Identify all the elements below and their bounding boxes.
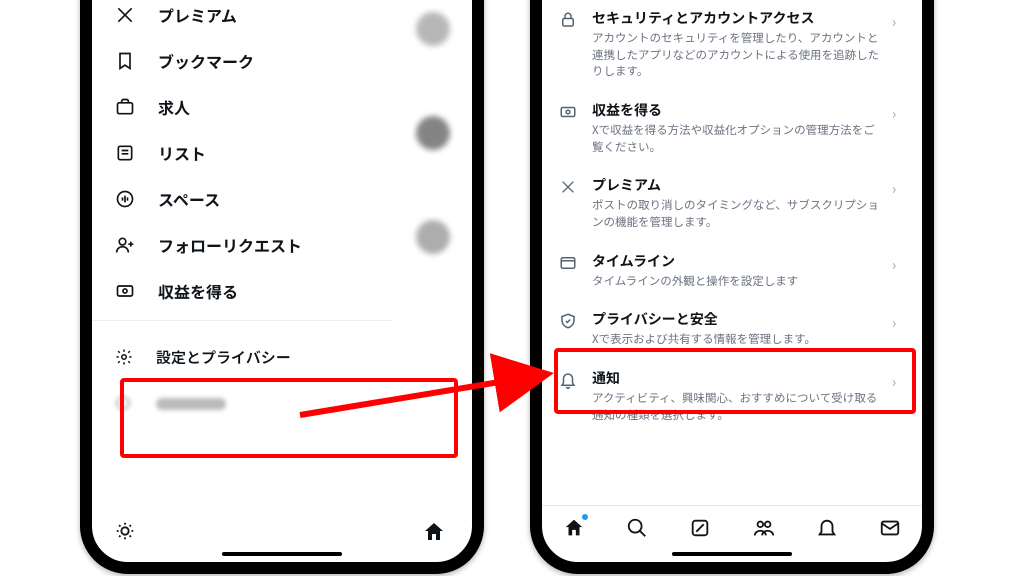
settings-item-notifications[interactable]: 通知 アクティビティ、興味関心、おすすめについて受け取る通知の種類を選択します。… — [542, 358, 922, 433]
settings-item-privacy[interactable]: プライバシーと安全 Xで表示および共有する情報を管理します。 › — [542, 299, 922, 358]
tab-communities[interactable] — [752, 516, 776, 540]
menu-item-lists[interactable]: リスト — [92, 130, 392, 176]
tab-home[interactable] — [562, 516, 586, 540]
menu-label: ブックマーク — [158, 49, 254, 73]
chevron-right-icon: › — [892, 255, 906, 275]
x-logo-icon — [114, 4, 136, 26]
bookmark-icon — [114, 50, 136, 72]
settings-desc: Xで収益を得る方法や収益化オプションの管理方法をご覧ください。 — [592, 122, 884, 155]
settings-desc: アカウントのセキュリティを管理したり、アカウントと連携したアプリなどのアカウント… — [592, 30, 884, 80]
tab-search[interactable] — [625, 516, 649, 540]
bell-icon — [558, 370, 578, 390]
lock-icon — [558, 10, 578, 30]
phone-right: セキュリティとアカウントアクセス アカウントのセキュリティを管理したり、アカウン… — [530, 0, 934, 574]
chevron-right-icon: › — [892, 313, 906, 333]
menu-item-spaces[interactable]: スペース — [92, 176, 392, 222]
settings-item-monetization[interactable]: 収益を得る Xで収益を得る方法や収益化オプションの管理方法をご覧ください。 › — [542, 90, 922, 165]
menu-item-premium[interactable]: プレミアム — [92, 0, 392, 38]
settings-title: 通知 — [592, 368, 884, 388]
menu-label: リスト — [158, 141, 206, 165]
settings-item-premium[interactable]: プレミアム ポストの取り消しのタイミングなど、サブスクリプションの機能を管理しま… — [542, 165, 922, 240]
settings-title: プレミアム — [592, 175, 884, 195]
menu-label: 収益を得る — [158, 279, 238, 303]
tab-bar — [542, 505, 922, 550]
money-icon — [114, 280, 136, 302]
settings-title: プライバシーと安全 — [592, 309, 884, 329]
settings-label: 設定とプライバシー — [156, 347, 291, 368]
phone-left: プレミアム ブックマーク 求人 — [80, 0, 484, 574]
menu-item-settings-privacy[interactable]: 設定とプライバシー — [92, 331, 392, 383]
menu-label: フォローリクエスト — [158, 233, 302, 257]
tab-grok[interactable] — [688, 516, 712, 540]
side-menu: プレミアム ブックマーク 求人 — [92, 0, 392, 425]
x-logo-icon — [558, 177, 578, 197]
settings-title: セキュリティとアカウントアクセス — [592, 8, 884, 28]
chevron-right-icon: › — [892, 179, 906, 199]
chevron-right-icon: › — [892, 12, 906, 32]
menu-item-follow-requests[interactable]: フォローリクエスト — [92, 222, 392, 268]
tab-messages[interactable] — [878, 516, 902, 540]
menu-item-jobs[interactable]: 求人 — [92, 84, 392, 130]
menu-label: プレミアム — [158, 3, 237, 27]
menu-item-monetization[interactable]: 収益を得る — [92, 268, 392, 314]
money-icon — [558, 102, 578, 122]
home-icon[interactable] — [422, 520, 446, 544]
settings-item-timeline[interactable]: タイムライン タイムラインの外観と操作を設定します › — [542, 241, 922, 300]
menu-item-bookmarks[interactable]: ブックマーク — [92, 38, 392, 84]
settings-desc: タイムラインの外観と操作を設定します — [592, 273, 884, 290]
menu-label: スペース — [158, 187, 220, 211]
phone-screen-right: セキュリティとアカウントアクセス アカウントのセキュリティを管理したり、アカウン… — [542, 0, 922, 562]
settings-desc: アクティビティ、興味関心、おすすめについて受け取る通知の種類を選択します。 — [592, 390, 884, 423]
home-indicator — [222, 552, 342, 556]
menu-item-blurred — [92, 383, 392, 425]
settings-title: タイムライン — [592, 251, 884, 271]
menu-separator — [92, 320, 392, 321]
menu-label: 求人 — [158, 95, 190, 119]
list-icon — [114, 142, 136, 164]
theme-icon[interactable] — [114, 520, 136, 542]
settings-desc: ポストの取り消しのタイミングなど、サブスクリプションの機能を管理します。 — [592, 197, 884, 230]
briefcase-icon — [114, 96, 136, 118]
gear-icon — [114, 347, 134, 367]
settings-desc: Xで表示および共有する情報を管理します。 — [592, 331, 884, 348]
home-indicator — [672, 552, 792, 556]
timeline-icon — [558, 253, 578, 273]
chevron-right-icon: › — [892, 104, 906, 124]
chevron-right-icon: › — [892, 372, 906, 392]
blurred-icon — [114, 394, 134, 414]
settings-list: セキュリティとアカウントアクセス アカウントのセキュリティを管理したり、アカウン… — [542, 0, 922, 433]
avatar-blur-column — [416, 12, 450, 254]
user-plus-icon — [114, 234, 136, 256]
notification-dot — [582, 514, 588, 520]
settings-item-security[interactable]: セキュリティとアカウントアクセス アカウントのセキュリティを管理したり、アカウン… — [542, 0, 922, 90]
phone-screen-left: プレミアム ブックマーク 求人 — [92, 0, 472, 562]
spaces-icon — [114, 188, 136, 210]
settings-title: 収益を得る — [592, 100, 884, 120]
tab-notifications[interactable] — [815, 516, 839, 540]
shield-icon — [558, 311, 578, 331]
